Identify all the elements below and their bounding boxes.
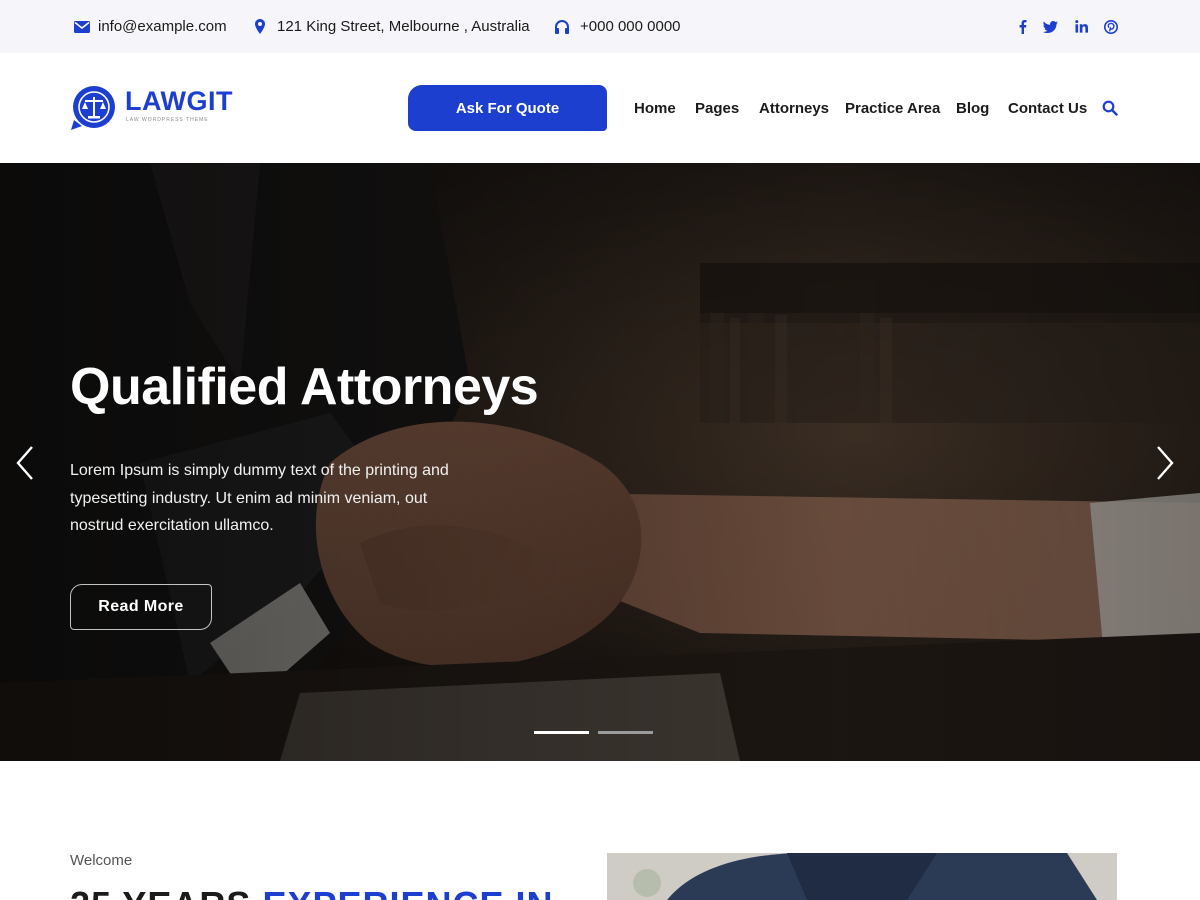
nav-item-contact-us[interactable]: Contact Us [1008,85,1087,131]
nav-item-practice-area[interactable]: Practice Area [845,85,940,131]
nav-item-home[interactable]: Home [634,85,676,131]
contact-email[interactable]: info@example.com [74,0,227,53]
logo-tagline: LAW WORDPRESS THEME [126,117,209,123]
nav-item-attorneys[interactable]: Attorneys [759,85,829,131]
welcome-heading-experience: EXPERIENCE IN [262,884,553,900]
nav-item-blog[interactable]: Blog [956,85,989,131]
envelope-icon [74,20,90,33]
logo-text: LAWGIT [125,86,233,116]
welcome-heading-years: 25 YEARS [70,884,251,900]
contact-phone-text: +000 000 0000 [580,18,681,35]
contact-email-text: info@example.com [98,18,227,35]
nav-item-pages[interactable]: Pages [695,85,739,131]
contact-address: 121 King Street, Melbourne , Australia [255,0,530,53]
welcome-heading: 25 YEARS EXPERIENCE IN [70,884,554,900]
ask-for-quote-button[interactable]: Ask For Quote [408,85,607,131]
pinterest-icon[interactable] [1103,19,1119,35]
contact-phone[interactable]: +000 000 0000 [554,0,681,53]
search-icon[interactable] [1102,100,1118,116]
welcome-image [607,853,1117,900]
welcome-photo [607,853,1117,900]
slider-next-arrow-icon[interactable] [1152,445,1176,481]
slider-prev-arrow-icon[interactable] [14,445,38,481]
read-more-button[interactable]: Read More [70,584,212,630]
scales-logo-icon [71,86,115,130]
map-pin-icon [255,19,265,34]
headphones-icon [554,19,570,34]
slider-dot-2[interactable] [598,731,653,734]
contact-address-text: 121 King Street, Melbourne , Australia [277,18,530,35]
facebook-icon[interactable] [1014,19,1030,35]
hero-title: Qualified Attorneys [70,358,539,416]
hero-slider: Qualified Attorneys Lorem Ipsum is simpl… [0,163,1200,761]
site-logo[interactable]: LAWGIT LAW WORDPRESS THEME [70,84,233,134]
welcome-label: Welcome [70,852,133,869]
top-bar: info@example.com 121 King Street, Melbou… [0,0,1200,53]
twitter-icon[interactable] [1042,19,1058,35]
slider-dot-1[interactable] [534,731,589,734]
linkedin-icon[interactable] [1073,19,1089,35]
main-header: LAWGIT LAW WORDPRESS THEME Ask For Quote… [0,53,1200,163]
hero-description: Lorem Ipsum is simply dummy text of the … [70,462,449,534]
